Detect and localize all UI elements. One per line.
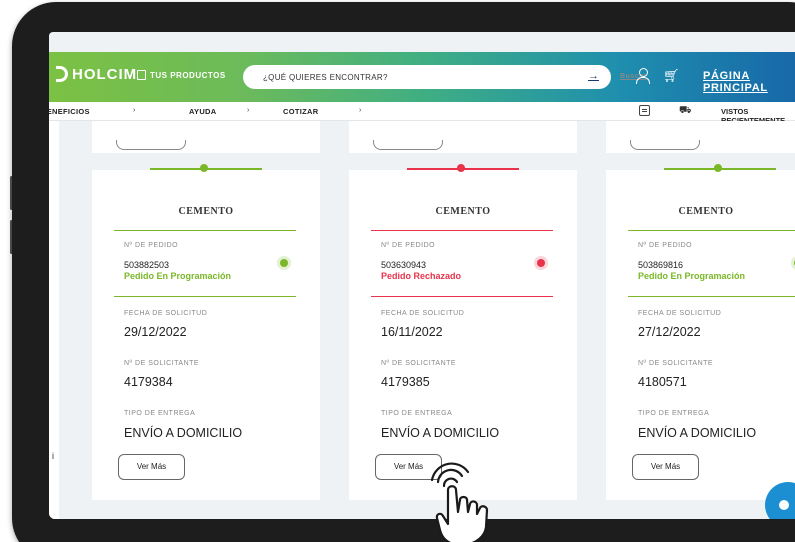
order-status: Pedido En Programación bbox=[638, 271, 746, 281]
search-button[interactable]: → Buscar bbox=[588, 70, 646, 82]
previous-card bbox=[349, 121, 577, 153]
nav-item-ayuda[interactable]: AYUDA bbox=[189, 107, 216, 116]
ver-mas-button-stub[interactable] bbox=[373, 140, 443, 150]
applicant-label: Nº DE SOLICITANTE bbox=[638, 360, 714, 367]
top-bar: HOLCIM TUS PRODUCTOS ¿QUÉ QUIERES ENCONT… bbox=[49, 52, 795, 102]
order-number: 503882503 bbox=[124, 260, 170, 270]
nav-item-cotizar[interactable]: COTIZAR bbox=[283, 107, 318, 116]
divider bbox=[114, 296, 296, 297]
delivery-label: TIPO DE ENTREGA bbox=[124, 410, 196, 417]
divider bbox=[628, 230, 795, 231]
applicant-number: 4179384 bbox=[124, 375, 173, 389]
logo-text: HOLCIM bbox=[72, 66, 138, 83]
tablet-frame: HOLCIM TUS PRODUCTOS ¿QUÉ QUIERES ENCONT… bbox=[12, 2, 795, 542]
divider bbox=[371, 296, 553, 297]
product-title: CEMENTO bbox=[435, 206, 491, 217]
applicant-label: Nº DE SOLICITANTE bbox=[124, 360, 200, 367]
divider bbox=[371, 230, 553, 231]
order-number-label: Nº DE PEDIDO bbox=[638, 242, 693, 249]
user-icon[interactable] bbox=[636, 68, 650, 84]
status-indicator-icon bbox=[277, 256, 291, 270]
screen: HOLCIM TUS PRODUCTOS ¿QUÉ QUIERES ENCONT… bbox=[49, 32, 795, 519]
order-number-label: Nº DE PEDIDO bbox=[381, 242, 436, 249]
stage: HOLCIM TUS PRODUCTOS ¿QUÉ QUIERES ENCONT… bbox=[0, 0, 795, 542]
search-arrow-icon: → bbox=[588, 70, 599, 82]
applicant-label: Nº DE SOLICITANTE bbox=[381, 360, 457, 367]
box-icon bbox=[137, 70, 146, 80]
search-input[interactable]: ¿QUÉ QUIERES ENCONTRAR? bbox=[263, 73, 388, 82]
request-date: 27/12/2022 bbox=[638, 325, 701, 339]
previous-card bbox=[606, 121, 795, 153]
status-indicator-dot bbox=[280, 259, 288, 267]
order-number: 503630943 bbox=[381, 260, 427, 270]
divider bbox=[114, 230, 296, 231]
product-title: CEMENTO bbox=[678, 206, 734, 217]
product-title: CEMENTO bbox=[178, 206, 234, 217]
delivery-label: TIPO DE ENTREGA bbox=[381, 410, 453, 417]
delivery-type: ENVÍO A DOMICILIO bbox=[381, 426, 500, 440]
applicant-number: 4180571 bbox=[638, 375, 687, 389]
tap-hand-icon bbox=[430, 462, 489, 542]
status-dot bbox=[200, 164, 208, 172]
truck-icon[interactable]: ⛟ bbox=[679, 105, 692, 118]
order-card: CEMENTO Nº DE PEDIDO 503869816 Pedido En Pr… bbox=[606, 164, 795, 500]
side-marker: i bbox=[52, 451, 54, 461]
holcim-logo-mark-icon bbox=[56, 65, 68, 82]
products-link-label: TUS PRODUCTOS bbox=[150, 70, 226, 80]
chevron-right-icon: › bbox=[247, 107, 250, 114]
sidebar-edge: i bbox=[49, 121, 59, 519]
ver-mas-button-stub[interactable] bbox=[630, 140, 700, 150]
chevron-right-icon: › bbox=[133, 107, 136, 114]
request-date: 16/11/2022 bbox=[381, 325, 443, 339]
order-card: CEMENTO Nº DE PEDIDO 503882503 Pedido En Pr… bbox=[92, 164, 320, 500]
previous-card bbox=[92, 121, 320, 153]
nav-item-beneficios[interactable]: BENEFICIOS bbox=[49, 107, 90, 116]
request-date: 29/12/2022 bbox=[124, 325, 187, 339]
main-page-link[interactable]: PÁGINA PRINCIPAL bbox=[703, 70, 795, 94]
order-status: Pedido En Programación bbox=[124, 271, 232, 281]
delivery-type: ENVÍO A DOMICILIO bbox=[124, 426, 243, 440]
status-indicator-icon bbox=[534, 256, 548, 270]
ver-mas-button[interactable]: Ver Más bbox=[118, 454, 185, 480]
divider bbox=[628, 296, 795, 297]
cart-icon[interactable]: 🛒︎ bbox=[663, 68, 680, 84]
products-link[interactable]: TUS PRODUCTOS bbox=[137, 70, 226, 80]
delivery-label: TIPO DE ENTREGA bbox=[638, 410, 710, 417]
date-label: FECHA DE SOLICITUD bbox=[381, 310, 465, 317]
order-number-label: Nº DE PEDIDO bbox=[124, 242, 179, 249]
applicant-number: 4179385 bbox=[381, 375, 430, 389]
secondary-nav: BENEFICIOS › AYUDA › COTIZAR › ⛟ VISTOS … bbox=[49, 102, 795, 125]
status-indicator-icon bbox=[791, 256, 795, 270]
status-dot bbox=[714, 164, 722, 172]
ver-mas-button-stub[interactable] bbox=[116, 140, 186, 150]
status-dot bbox=[457, 164, 465, 172]
order-status: Pedido Rechazado bbox=[381, 271, 462, 281]
delivery-type: ENVÍO A DOMICILIO bbox=[638, 426, 757, 440]
chevron-right-icon: › bbox=[359, 107, 362, 114]
search-bar[interactable]: ¿QUÉ QUIERES ENCONTRAR? → Buscar bbox=[243, 65, 646, 89]
date-label: FECHA DE SOLICITUD bbox=[638, 310, 722, 317]
date-label: FECHA DE SOLICITUD bbox=[124, 310, 208, 317]
holcim-logo[interactable]: HOLCIM bbox=[56, 65, 138, 83]
status-indicator-dot bbox=[537, 259, 545, 267]
document-icon[interactable] bbox=[639, 105, 650, 116]
order-number: 503869816 bbox=[638, 260, 684, 270]
order-card: CEMENTO Nº DE PEDIDO 503630943 Pedido Recha… bbox=[349, 164, 577, 500]
ver-mas-button[interactable]: Ver Más bbox=[632, 454, 699, 480]
